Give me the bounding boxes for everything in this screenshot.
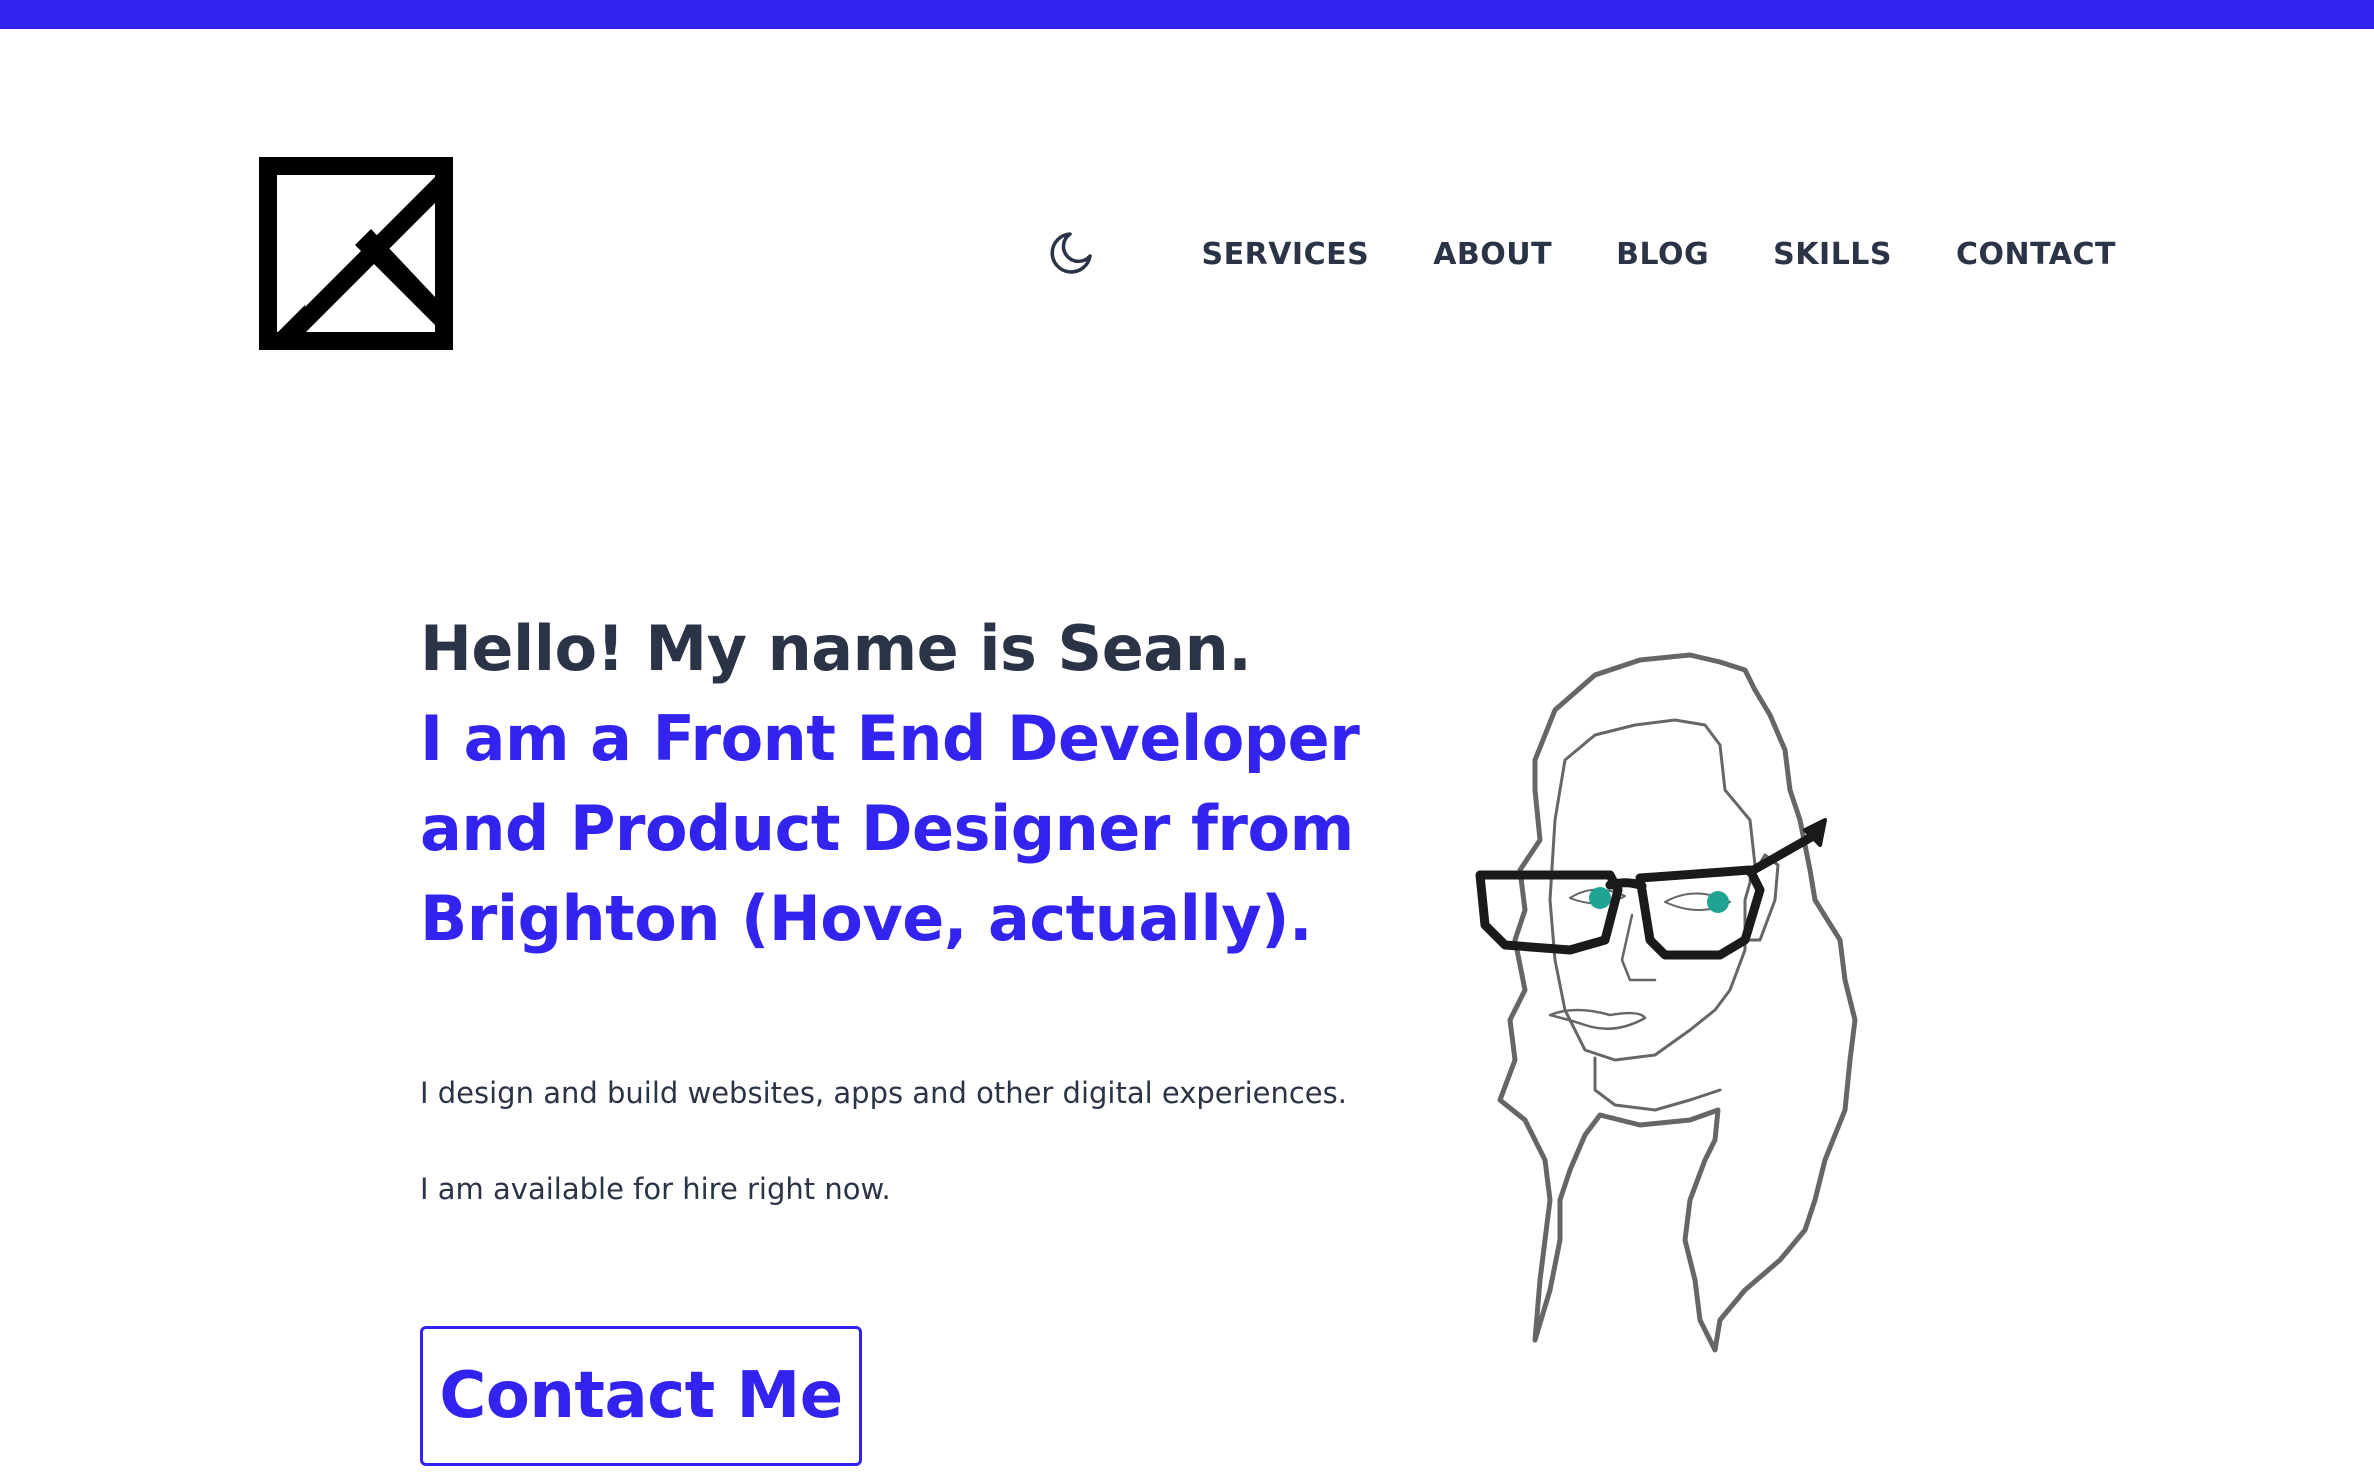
hero-section: Hello! My name is Sean. I am a Front End…: [420, 604, 1380, 1466]
moon-icon: [1050, 232, 1092, 274]
nav-about[interactable]: ABOUT: [1433, 237, 1552, 272]
k-square-logo-icon: [259, 157, 453, 350]
nav-contact[interactable]: CONTACT: [1956, 237, 2116, 272]
contact-me-button[interactable]: Contact Me: [420, 1326, 862, 1466]
nav-services[interactable]: SERVICES: [1202, 237, 1370, 272]
main-nav: SERVICES ABOUT BLOG SKILLS CONTACT: [1202, 232, 2117, 276]
portrait-illustration: [1400, 640, 1870, 1360]
hero-intro: I design and build websites, apps and ot…: [420, 1076, 1347, 1110]
top-accent-bar: [0, 0, 2374, 29]
logo-link[interactable]: [259, 157, 453, 350]
theme-toggle-button[interactable]: [1048, 230, 1094, 276]
nav-skills[interactable]: SKILLS: [1773, 237, 1892, 272]
hero-greeting: Hello! My name is Sean.: [420, 612, 1252, 685]
hero-role: I am a Front End Developer and Product D…: [420, 702, 1360, 955]
hero-availability: I am available for hire right now.: [420, 1172, 891, 1206]
nav-blog[interactable]: BLOG: [1616, 237, 1709, 272]
